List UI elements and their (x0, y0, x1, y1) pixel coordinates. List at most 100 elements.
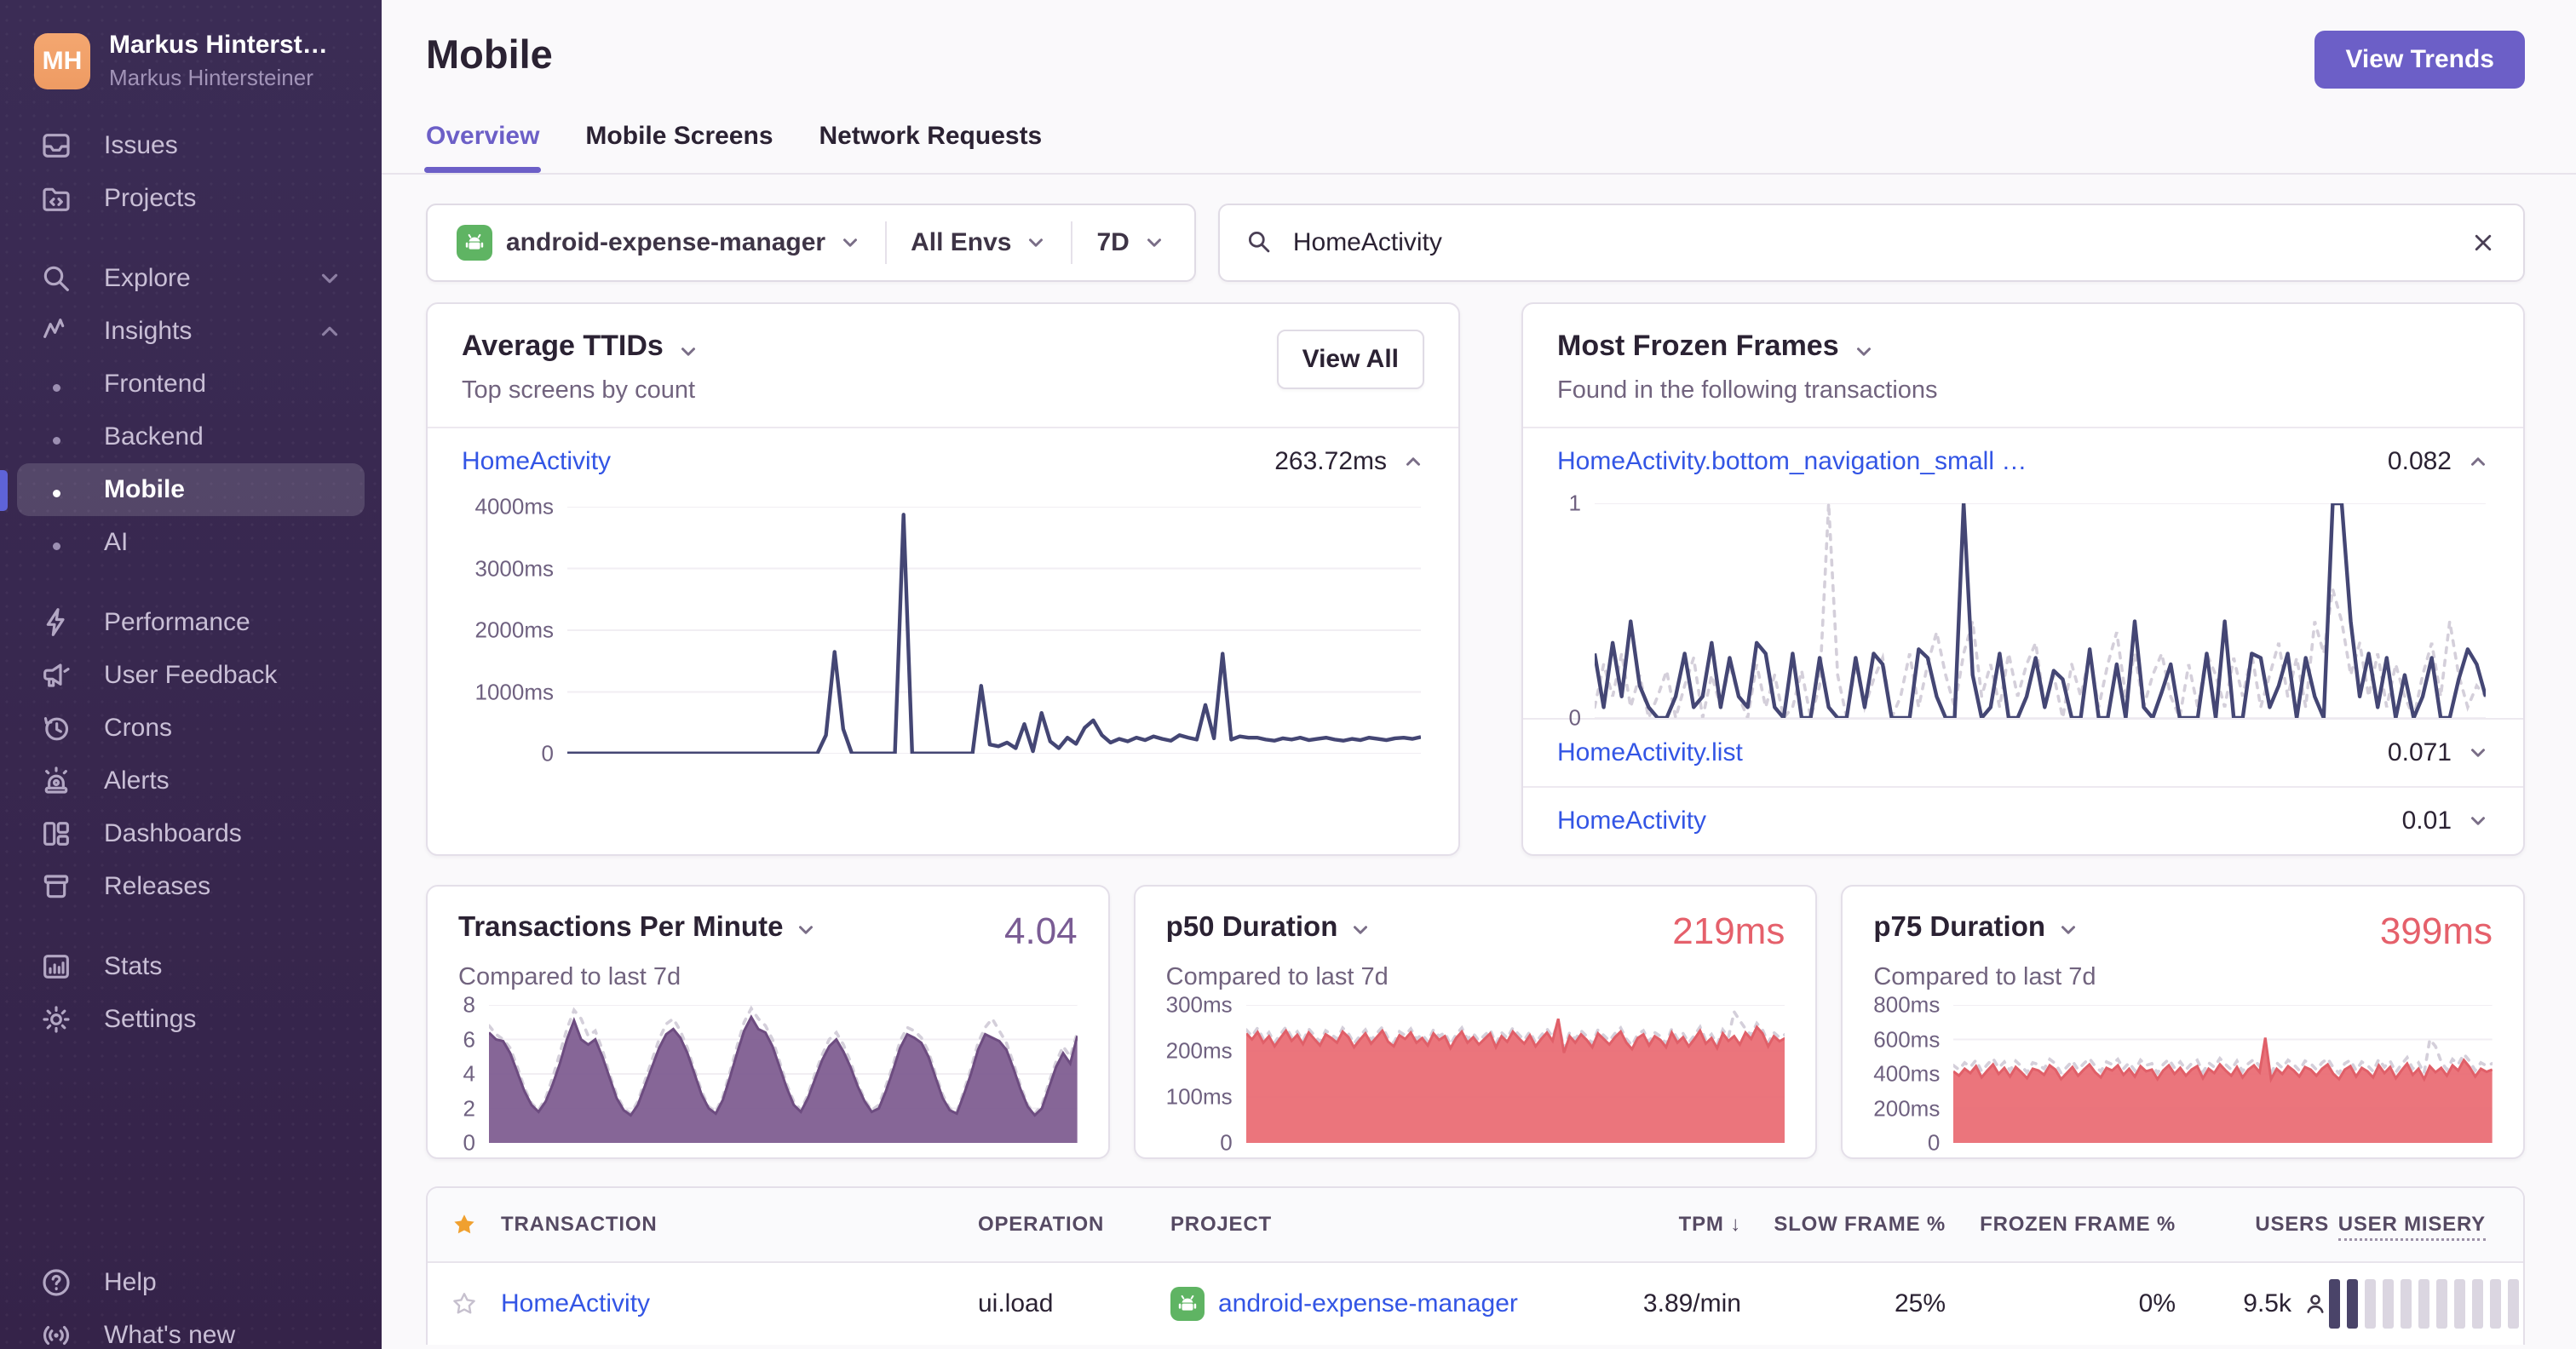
chevron-up-icon[interactable] (1402, 451, 1424, 473)
tab-network-requests[interactable]: Network Requests (819, 122, 1043, 173)
alerts-icon (37, 764, 75, 798)
sidebar-item-backend[interactable]: Backend (17, 410, 365, 463)
frozen-frames-chart[interactable]: 10 (1557, 490, 2486, 731)
org-switcher[interactable]: MH Markus Hinterst… Markus Hintersteiner (0, 0, 382, 91)
p75-value: 399ms (2379, 910, 2493, 952)
project-filter[interactable]: android-expense-manager (433, 221, 885, 264)
table-row[interactable]: HomeActivity ui.load android-expense-man… (428, 1263, 2523, 1345)
chevron-up-icon (317, 319, 342, 344)
tab-mobile-screens[interactable]: Mobile Screens (585, 122, 773, 173)
sidebar-item-crons[interactable]: Crons (17, 702, 365, 755)
sidebar-item-what-s-new[interactable]: What's new (17, 1309, 365, 1349)
projects-icon (37, 181, 75, 215)
frozen-row-1[interactable]: HomeActivity.bottom_navigation_small … 0… (1523, 428, 2523, 495)
sidebar-item-settings[interactable]: Settings (17, 993, 365, 1046)
chevron-down-icon[interactable] (1853, 337, 1875, 359)
help-icon (37, 1266, 75, 1300)
star-icon (454, 1214, 474, 1234)
bullet-icon (37, 528, 75, 557)
environment-filter[interactable]: All Envs (885, 221, 1071, 264)
dashboards-icon (37, 817, 75, 851)
column-users[interactable]: USERS (2176, 1213, 2329, 1237)
sidebar-group-tools: Performance User Feedback Crons Alerts Dashb… (17, 596, 365, 913)
sidebar-scroll-indicator[interactable] (0, 470, 8, 511)
column-operation[interactable]: OPERATION (978, 1213, 1170, 1237)
p50-card-subtitle: Compared to last 7d (1165, 963, 1389, 990)
tab-bar: Overview Mobile Screens Network Requests (423, 122, 2525, 173)
frozen-y-axis: 10 (1568, 490, 1581, 731)
column-slow-frame[interactable]: SLOW FRAME % (1741, 1213, 1946, 1237)
user-name: Markus Hintersteiner (109, 65, 313, 90)
user-misery-gauge (2329, 1279, 2523, 1329)
column-tpm[interactable]: TPM ↓ (1613, 1213, 1741, 1237)
org-name: Markus Hinterst… (109, 31, 328, 59)
tpm-chart[interactable]: 86420 (448, 992, 1078, 1156)
sidebar-item-stats[interactable]: Stats (17, 940, 365, 993)
column-user-misery[interactable]: USER MISERY (2329, 1213, 2523, 1241)
crons-icon (37, 711, 75, 745)
transaction-link[interactable]: HomeActivity.bottom_navigation_small … (1557, 447, 2027, 476)
favorite-column-header[interactable] (428, 1211, 501, 1238)
performance-icon (37, 606, 75, 640)
ttid-transaction-row[interactable]: HomeActivity 263.72ms (428, 428, 1458, 495)
avatar[interactable]: MH (34, 32, 90, 89)
chevron-down-icon[interactable] (677, 337, 699, 359)
sidebar-item-mobile[interactable]: Mobile (17, 463, 365, 516)
sidebar-item-help[interactable]: Help (17, 1256, 365, 1309)
chevron-up-icon[interactable] (2467, 451, 2489, 473)
sidebar-item-projects[interactable]: Projects (17, 172, 365, 225)
chevron-down-icon[interactable] (2057, 916, 2079, 938)
android-platform-icon (457, 225, 492, 261)
tpm-value: 4.04 (1004, 910, 1078, 952)
sidebar-item-alerts[interactable]: Alerts (17, 755, 365, 807)
tab-overview[interactable]: Overview (423, 122, 542, 173)
sidebar-item-dashboards[interactable]: Dashboards (17, 807, 365, 860)
column-transaction[interactable]: TRANSACTION (501, 1213, 978, 1237)
issues-icon (37, 129, 75, 163)
view-all-button[interactable]: View All (1276, 330, 1424, 389)
favorite-toggle[interactable] (428, 1290, 501, 1317)
search-input[interactable] (1292, 228, 2450, 257)
view-trends-button[interactable]: View Trends (2314, 31, 2525, 89)
chevron-down-icon[interactable] (1349, 916, 1371, 938)
insights-icon (37, 314, 75, 348)
transaction-link[interactable]: HomeActivity (1557, 807, 1706, 835)
sidebar-item-ai[interactable]: AI (17, 516, 365, 569)
p75-chart[interactable]: 800ms 600ms 400ms 200ms 0 (1863, 992, 2493, 1156)
sidebar-item-releases[interactable]: Releases (17, 860, 365, 913)
chevron-down-icon[interactable] (2467, 810, 2489, 832)
whats-new-icon (37, 1318, 75, 1349)
star-outline-icon (453, 1293, 475, 1314)
frozen-row-3[interactable]: HomeActivity 0.01 (1523, 788, 2523, 854)
operation-cell: ui.load (978, 1289, 1054, 1317)
date-range-filter[interactable]: 7D (1071, 221, 1188, 264)
sidebar-item-performance[interactable]: Performance (17, 596, 365, 649)
sidebar-item-explore[interactable]: Explore (17, 252, 365, 305)
transaction-link[interactable]: HomeActivity (462, 447, 611, 476)
bullet-icon (37, 370, 75, 399)
sidebar-item-frontend[interactable]: Frontend (17, 358, 365, 410)
sidebar-item-user-feedback[interactable]: User Feedback (17, 649, 365, 702)
transactions-table: TRANSACTION OPERATION PROJECT TPM ↓ SLOW… (426, 1186, 2525, 1345)
sidebar-group-explore: Explore Insights Frontend Backend Mobile AI (17, 252, 365, 569)
clear-search-icon[interactable] (2469, 228, 2498, 257)
column-project[interactable]: PROJECT (1170, 1213, 1613, 1237)
p50-chart[interactable]: 300ms 200ms 100ms 0 (1156, 992, 1785, 1156)
project-cell[interactable]: android-expense-manager (1170, 1287, 1613, 1321)
frozen-row-2[interactable]: HomeActivity.list 0.071 (1523, 720, 2523, 786)
search-bar[interactable] (1217, 204, 2525, 282)
chevron-down-icon[interactable] (2467, 742, 2489, 764)
transaction-link[interactable]: HomeActivity.list (1557, 738, 1743, 767)
sidebar-item-issues[interactable]: Issues (17, 119, 365, 172)
ttid-chart[interactable]: 4000ms 3000ms 2000ms 1000ms 0 (462, 494, 1421, 766)
users-cell: 9.5k (2176, 1289, 2329, 1318)
chevron-down-icon[interactable] (795, 916, 817, 938)
sidebar-item-insights[interactable]: Insights (17, 305, 365, 358)
project-link[interactable]: android-expense-manager (1218, 1289, 1518, 1318)
transaction-link[interactable]: HomeActivity (501, 1289, 650, 1317)
chevron-down-icon (1025, 232, 1047, 254)
frozen-value: 0.082 (2387, 447, 2452, 475)
average-ttids-card: Average TTIDs Top screens by count View … (426, 302, 1460, 856)
column-frozen-frame[interactable]: FROZEN FRAME % (1946, 1213, 2176, 1237)
chevron-down-icon (1143, 232, 1165, 254)
